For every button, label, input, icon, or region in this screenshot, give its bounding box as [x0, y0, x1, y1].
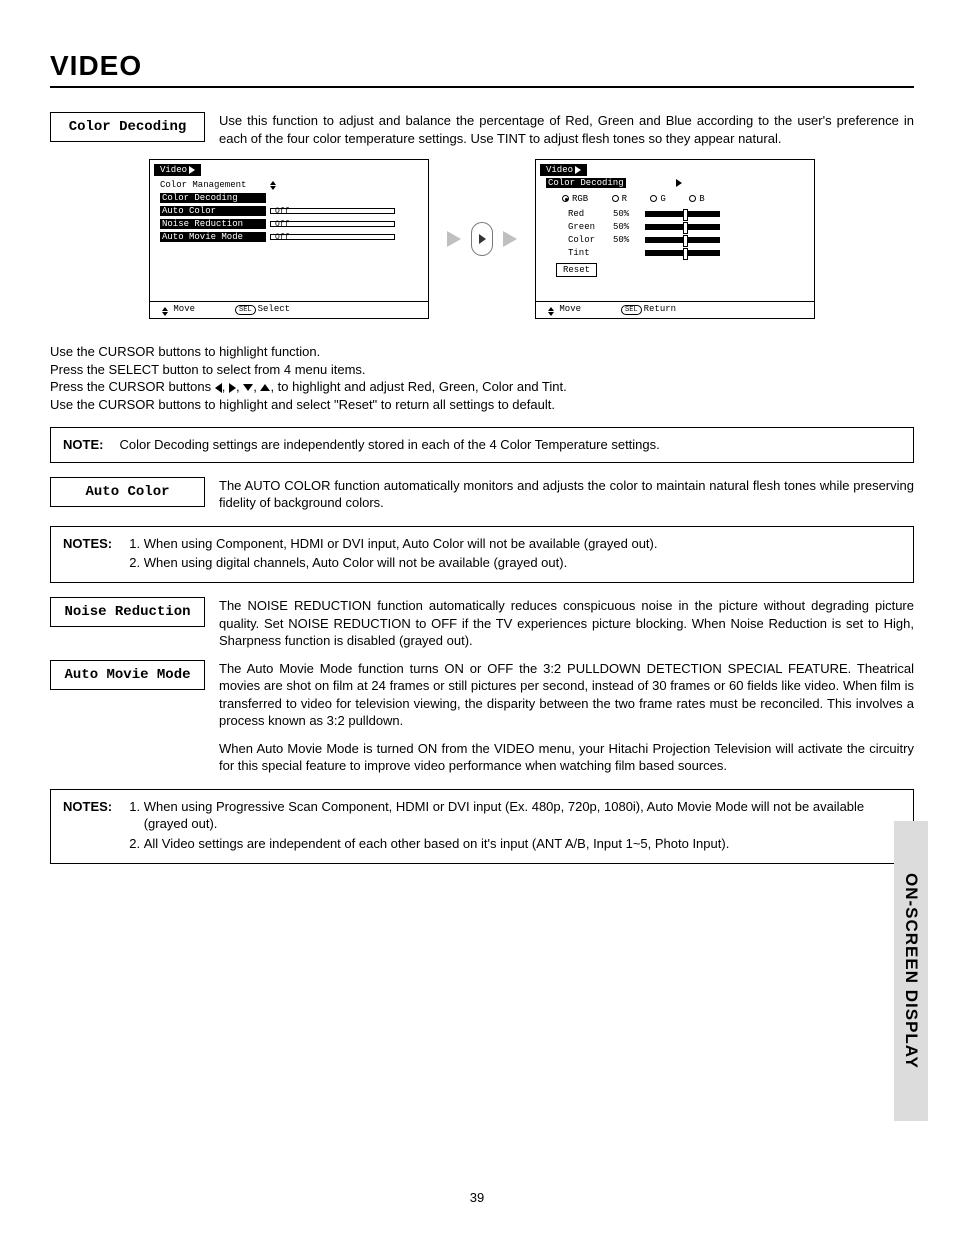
osd2-foot-move: Move: [559, 304, 581, 314]
note1-text: Color Decoding settings are independentl…: [119, 436, 659, 454]
notes-label-3: NOTES:: [63, 798, 112, 855]
page-title: VIDEO: [50, 50, 914, 88]
desc-auto-color: The AUTO COLOR function automatically mo…: [219, 477, 914, 512]
label-color-decoding: Color Decoding: [50, 112, 205, 142]
arrow-right-icon: [503, 231, 517, 247]
notes-label: NOTES:: [63, 535, 112, 574]
label-auto-movie-mode: Auto Movie Mode: [50, 660, 205, 690]
arrow-right-icon: [447, 231, 461, 247]
osd-right: Video Color Decoding RGB R G B Red50% Gr…: [535, 159, 815, 319]
osd2-color: Color: [568, 235, 613, 245]
notes3-item2: All Video settings are independent of ea…: [144, 835, 901, 853]
radio-rgb: RGB: [562, 194, 588, 204]
radio-g: G: [650, 194, 665, 204]
osd2-reset: Reset: [556, 263, 597, 277]
osd2-sub: Color Decoding: [546, 178, 626, 188]
osd-row: Video Color Management Color Decoding Au…: [50, 159, 914, 319]
radio-b: B: [689, 194, 704, 204]
arrows-between: [447, 222, 517, 256]
osd1-item-cd: Color Decoding: [160, 193, 266, 203]
remote-right-button: [471, 222, 493, 256]
note-box-3: NOTES: When using Progressive Scan Compo…: [50, 789, 914, 864]
desc-noise-reduction: The NOISE REDUCTION function automatical…: [219, 597, 914, 650]
note-label: NOTE:: [63, 436, 103, 454]
sidebar-tab: ON-SCREEN DISPLAY: [894, 821, 928, 1121]
notes2-item1: When using Component, HDMI or DVI input,…: [144, 535, 658, 553]
osd-left: Video Color Management Color Decoding Au…: [149, 159, 429, 319]
note-box-2: NOTES: When using Component, HDMI or DVI…: [50, 526, 914, 583]
osd1-item-ac: Auto Color: [160, 206, 266, 216]
sidebar-text: ON-SCREEN DISPLAY: [901, 873, 921, 1069]
osd1-foot-select: Select: [258, 304, 290, 314]
label-auto-color: Auto Color: [50, 477, 205, 507]
osd2-tint: Tint: [568, 248, 613, 258]
instructions: Use the CURSOR buttons to highlight func…: [50, 343, 914, 413]
osd1-item-cm: Color Management: [160, 180, 266, 190]
desc-auto-movie: The Auto Movie Mode function turns ON or…: [219, 660, 914, 775]
note-box-1: NOTE: Color Decoding settings are indepe…: [50, 427, 914, 463]
label-noise-reduction: Noise Reduction: [50, 597, 205, 627]
radio-r: R: [612, 194, 627, 204]
page-number: 39: [0, 1190, 954, 1205]
osd1-item-amm: Auto Movie Mode: [160, 232, 266, 242]
osd2-green: Green: [568, 222, 613, 232]
osd1-foot-move: Move: [173, 304, 195, 314]
osd1-title: Video: [154, 164, 201, 176]
osd2-foot-return: Return: [644, 304, 676, 314]
osd2-title: Video: [540, 164, 587, 176]
notes3-item1: When using Progressive Scan Component, H…: [144, 798, 901, 833]
notes2-item2: When using digital channels, Auto Color …: [144, 554, 658, 572]
osd1-item-nr: Noise Reduction: [160, 219, 266, 229]
desc-color-decoding: Use this function to adjust and balance …: [219, 112, 914, 147]
osd2-red: Red: [568, 209, 613, 219]
